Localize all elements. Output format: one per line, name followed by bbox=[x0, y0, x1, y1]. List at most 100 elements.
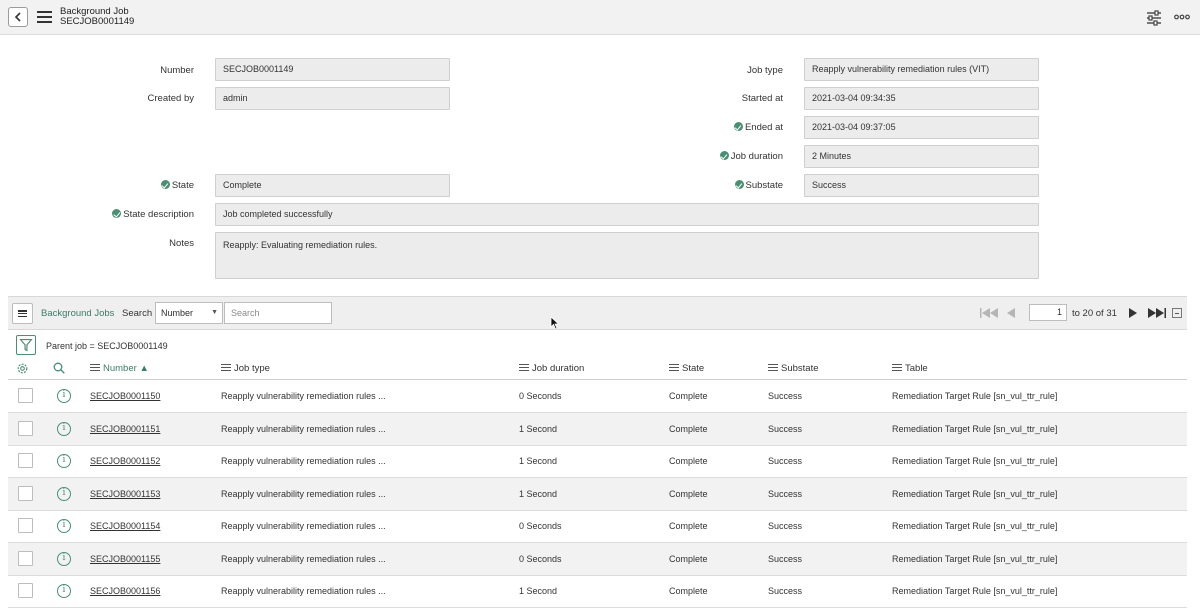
created-by-field[interactable]: admin bbox=[215, 87, 450, 110]
job-duration-field[interactable]: 2 Minutes bbox=[804, 145, 1039, 168]
cell-table: Remediation Target Rule [sn_vul_ttr_rule… bbox=[892, 489, 1058, 499]
substate-field[interactable]: Success bbox=[804, 174, 1039, 197]
row-checkbox[interactable] bbox=[18, 583, 33, 598]
info-icon[interactable]: i bbox=[57, 487, 71, 501]
job-duration-label: Job duration bbox=[690, 151, 783, 163]
list-menu-button[interactable] bbox=[12, 303, 33, 324]
cell-job-type: Reapply vulnerability remediation rules … bbox=[221, 391, 386, 401]
sliders-icon[interactable] bbox=[1146, 10, 1162, 26]
check-circle-icon bbox=[733, 122, 743, 131]
info-icon[interactable]: i bbox=[57, 389, 71, 403]
state-description-field[interactable]: Job completed successfully bbox=[215, 203, 1039, 226]
back-button[interactable] bbox=[8, 7, 28, 27]
info-icon[interactable]: i bbox=[57, 552, 71, 566]
cell-duration: 0 Seconds bbox=[519, 554, 562, 564]
search-icon[interactable] bbox=[53, 362, 65, 374]
info-icon[interactable]: i bbox=[57, 454, 71, 468]
column-header-substate[interactable]: Substate bbox=[768, 363, 819, 375]
cell-table: Remediation Target Rule [sn_vul_ttr_rule… bbox=[892, 424, 1058, 434]
info-icon[interactable]: i bbox=[57, 519, 71, 533]
column-menu-icon[interactable] bbox=[519, 364, 529, 371]
column-menu-icon[interactable] bbox=[768, 364, 778, 371]
check-circle-icon bbox=[719, 151, 729, 160]
cell-state: Complete bbox=[669, 424, 708, 434]
column-header-table[interactable]: Table bbox=[892, 363, 928, 375]
cell-substate: Success bbox=[768, 521, 803, 531]
column-menu-icon[interactable] bbox=[669, 364, 679, 371]
collapse-icon[interactable] bbox=[1172, 308, 1182, 318]
next-page-icon[interactable] bbox=[1128, 308, 1138, 318]
column-header-job-duration[interactable]: Job duration bbox=[519, 363, 584, 375]
cell-number[interactable]: SECJOB0001151 bbox=[90, 424, 160, 435]
cell-substate: Success bbox=[768, 554, 803, 564]
cell-job-type: Reapply vulnerability remediation rules … bbox=[221, 489, 386, 499]
cell-table: Remediation Target Rule [sn_vul_ttr_rule… bbox=[892, 554, 1058, 564]
last-page-icon[interactable] bbox=[1146, 308, 1166, 318]
column-header-number[interactable]: Number ▲ bbox=[90, 363, 149, 375]
info-icon[interactable]: i bbox=[57, 584, 71, 598]
gear-icon[interactable] bbox=[16, 362, 29, 375]
cell-number[interactable]: SECJOB0001155 bbox=[90, 554, 160, 565]
cell-number[interactable]: SECJOB0001156 bbox=[90, 586, 160, 597]
cell-state: Complete bbox=[669, 521, 708, 531]
cell-substate: Success bbox=[768, 456, 803, 466]
cell-substate: Success bbox=[768, 424, 803, 434]
cell-job-type: Reapply vulnerability remediation rules … bbox=[221, 554, 386, 564]
related-list-toolbar: Background Jobs Search Number ▼ Search 1… bbox=[8, 296, 1187, 330]
cell-substate: Success bbox=[768, 489, 803, 499]
ended-at-field[interactable]: 2021-03-04 09:37:05 bbox=[804, 116, 1039, 139]
mouse-cursor-icon bbox=[550, 316, 560, 330]
table-row: i SECJOB0001152 Reapply vulnerability re… bbox=[8, 445, 1187, 478]
previous-page-icon[interactable] bbox=[1006, 308, 1016, 318]
table-row: i SECJOB0001156 Reapply vulnerability re… bbox=[8, 575, 1187, 608]
info-icon[interactable]: i bbox=[57, 422, 71, 436]
cell-duration: 0 Seconds bbox=[519, 521, 562, 531]
dropdown-arrow-icon: ▼ bbox=[211, 309, 218, 316]
check-circle-icon bbox=[734, 180, 744, 189]
cell-number[interactable]: SECJOB0001150 bbox=[90, 391, 160, 402]
cell-job-type: Reapply vulnerability remediation rules … bbox=[221, 424, 386, 434]
row-checkbox[interactable] bbox=[18, 421, 33, 436]
row-checkbox[interactable] bbox=[18, 518, 33, 533]
hamburger-icon[interactable] bbox=[37, 11, 52, 23]
row-checkbox[interactable] bbox=[18, 551, 33, 566]
row-checkbox[interactable] bbox=[18, 453, 33, 468]
cell-job-type: Reapply vulnerability remediation rules … bbox=[221, 586, 386, 596]
search-field-select[interactable]: Number ▼ bbox=[155, 302, 223, 324]
state-field[interactable]: Complete bbox=[215, 174, 450, 197]
cell-number[interactable]: SECJOB0001152 bbox=[90, 456, 160, 467]
notes-field[interactable]: Reapply: Evaluating remediation rules. bbox=[215, 232, 1039, 279]
started-at-field[interactable]: 2021-03-04 09:34:35 bbox=[804, 87, 1039, 110]
cell-duration: 1 Second bbox=[519, 456, 558, 466]
more-horizontal-icon[interactable] bbox=[1174, 13, 1190, 21]
sort-ascending-icon: ▲ bbox=[139, 363, 149, 374]
cell-table: Remediation Target Rule [sn_vul_ttr_rule… bbox=[892, 391, 1058, 401]
filter-icon[interactable] bbox=[16, 335, 36, 355]
cell-substate: Success bbox=[768, 586, 803, 596]
state-description-label: State description bbox=[90, 209, 194, 221]
cell-job-type: Reapply vulnerability remediation rules … bbox=[221, 521, 386, 531]
chevron-left-icon bbox=[14, 12, 21, 22]
column-header-job-type[interactable]: Job type bbox=[221, 363, 270, 375]
created-by-label: Created by bbox=[147, 93, 194, 104]
row-checkbox[interactable] bbox=[18, 388, 33, 403]
column-menu-icon[interactable] bbox=[221, 364, 231, 371]
column-menu-icon[interactable] bbox=[90, 364, 100, 371]
cell-number[interactable]: SECJOB0001154 bbox=[90, 521, 160, 532]
cell-table: Remediation Target Rule [sn_vul_ttr_rule… bbox=[892, 456, 1058, 466]
search-input[interactable]: Search bbox=[224, 302, 332, 324]
column-header-state[interactable]: State bbox=[669, 363, 704, 375]
table-row: i SECJOB0001155 Reapply vulnerability re… bbox=[8, 543, 1187, 576]
column-menu-icon[interactable] bbox=[892, 364, 902, 371]
row-checkbox[interactable] bbox=[18, 486, 33, 501]
notes-label: Notes bbox=[169, 238, 194, 249]
cell-number[interactable]: SECJOB0001153 bbox=[90, 489, 160, 500]
number-field[interactable]: SECJOB0001149 bbox=[215, 58, 450, 81]
page-number-input[interactable]: 1 bbox=[1029, 304, 1067, 321]
list-title[interactable]: Background Jobs bbox=[41, 308, 114, 319]
filter-breadcrumb[interactable]: Parent job = SECJOB0001149 bbox=[46, 341, 168, 351]
first-page-icon[interactable] bbox=[980, 308, 1000, 318]
table-row: i SECJOB0001150 Reapply vulnerability re… bbox=[8, 380, 1187, 413]
job-type-field[interactable]: Reapply vulnerability remediation rules … bbox=[804, 58, 1039, 81]
page-range: to 20 of 31 bbox=[1072, 308, 1117, 319]
